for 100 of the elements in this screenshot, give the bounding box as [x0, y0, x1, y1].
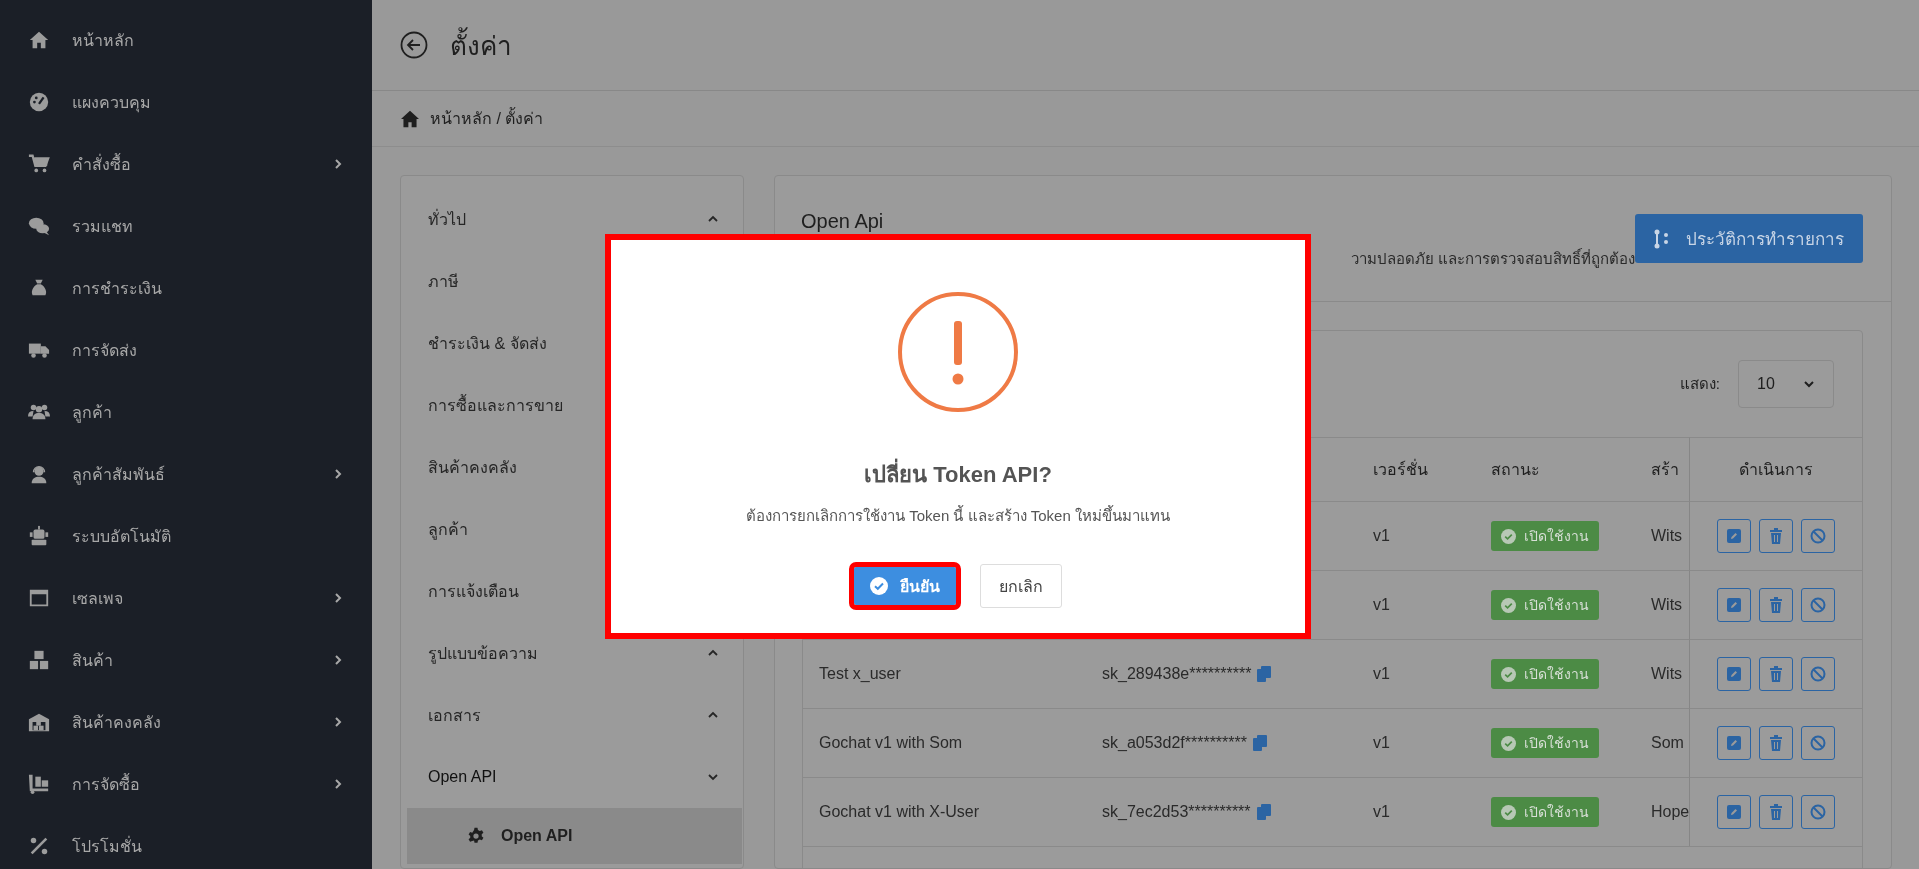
- trash-icon: [1768, 528, 1784, 544]
- table-cell: Gochat v1 with Som: [803, 708, 1086, 777]
- page-size-select[interactable]: 10: [1738, 360, 1834, 408]
- menu-icon: [28, 153, 50, 175]
- table-cell: Wits: [1635, 639, 1689, 708]
- status-badge: เปิดใช้งาน: [1491, 797, 1599, 827]
- edit-button[interactable]: [1717, 588, 1751, 622]
- sidebar-item[interactable]: แผงควบคุม: [0, 71, 372, 133]
- check-icon: [1501, 528, 1516, 544]
- disable-button[interactable]: [1801, 657, 1835, 691]
- settings-submenu-item[interactable]: Open API: [407, 808, 742, 864]
- table-cell: Wits: [1635, 501, 1689, 570]
- menu-icon: [28, 525, 50, 547]
- trash-icon: [1768, 735, 1784, 751]
- status-badge: เปิดใช้งาน: [1491, 659, 1599, 689]
- edit-button[interactable]: [1717, 795, 1751, 829]
- menu-icon: [28, 29, 50, 51]
- sidebar-item[interactable]: เซลเพจ: [0, 567, 372, 629]
- delete-button[interactable]: [1759, 519, 1793, 553]
- disable-button[interactable]: [1801, 726, 1835, 760]
- sidebar-item[interactable]: ลูกค้า: [0, 381, 372, 443]
- edit-icon: [1726, 735, 1742, 751]
- menu-icon: [28, 773, 50, 795]
- settings-icon: [467, 827, 485, 845]
- warning-icon: [897, 291, 1019, 413]
- delete-button[interactable]: [1759, 588, 1793, 622]
- sidebar-item[interactable]: ระบบอัตโนมัติ: [0, 505, 372, 567]
- sidebar-item[interactable]: การจัดส่ง: [0, 319, 372, 381]
- page-size-label: แสดง:: [1679, 374, 1720, 394]
- column-header: เวอร์ชั่น: [1357, 437, 1475, 501]
- column-header: สถานะ: [1475, 437, 1635, 501]
- menu-icon: [28, 215, 50, 237]
- table-cell: v1: [1357, 639, 1475, 708]
- delete-button[interactable]: [1759, 726, 1793, 760]
- table-cell: v1: [1357, 777, 1475, 846]
- home-icon: [400, 109, 420, 128]
- sidebar-item[interactable]: การชำระเงิน: [0, 257, 372, 319]
- edit-icon: [1726, 528, 1742, 544]
- column-header: ดำเนินการ: [1689, 437, 1862, 501]
- disable-button[interactable]: [1801, 795, 1835, 829]
- edit-button[interactable]: [1717, 726, 1751, 760]
- menu-icon: [28, 649, 50, 671]
- check-icon: [1501, 804, 1516, 820]
- dialog-title: เปลี่ยน Token API?: [864, 457, 1052, 492]
- trash-icon: [1768, 597, 1784, 613]
- menu-icon: [28, 91, 50, 113]
- copy-icon[interactable]: [1253, 735, 1267, 751]
- delete-button[interactable]: [1759, 795, 1793, 829]
- chevron-down-icon: [1803, 380, 1815, 388]
- dialog-message: ต้องการยกเลิกการใช้งาน Token นี้ และสร้าง Token ใหม่ขึ้นมาแทน: [746, 504, 1170, 526]
- settings-menu-item[interactable]: รูปแบบข้อความ: [401, 622, 743, 684]
- disable-button[interactable]: [1801, 588, 1835, 622]
- trash-icon: [1768, 666, 1784, 682]
- edit-icon: [1726, 804, 1742, 820]
- sidebar-item[interactable]: โปรโมชั่น: [0, 815, 372, 869]
- edit-button[interactable]: [1717, 657, 1751, 691]
- table-cell: sk_289438e**********: [1102, 665, 1252, 683]
- panel-description: วามปลอดภัย และการตรวจสอบสิทธิ์ที่ถูกต้อง: [1350, 247, 1635, 270]
- ban-icon: [1810, 528, 1826, 544]
- edit-button[interactable]: [1717, 519, 1751, 553]
- table-cell: v1: [1357, 501, 1475, 570]
- status-badge: เปิดใช้งาน: [1491, 590, 1599, 620]
- menu-icon: [28, 711, 50, 733]
- cancel-button[interactable]: ยกเลิก: [980, 564, 1062, 608]
- sidebar-item[interactable]: ลูกค้าสัมพันธ์: [0, 443, 372, 505]
- breadcrumb: หน้าหลัก / ตั้งค่า: [430, 106, 544, 131]
- sidebar-item[interactable]: หน้าหลัก: [0, 9, 372, 71]
- history-icon: [1654, 228, 1670, 249]
- menu-icon: [28, 587, 50, 609]
- history-button[interactable]: ประวัติการทำรายการ: [1635, 214, 1863, 263]
- table-cell: sk_7ec2d53**********: [1102, 803, 1251, 821]
- settings-menu-item[interactable]: เอกสาร: [401, 684, 743, 746]
- sidebar-item[interactable]: คำสั่งซื้อ: [0, 133, 372, 195]
- ban-icon: [1810, 804, 1826, 820]
- sidebar-item[interactable]: สินค้า: [0, 629, 372, 691]
- back-icon[interactable]: [400, 31, 428, 59]
- delete-button[interactable]: [1759, 657, 1793, 691]
- edit-icon: [1726, 597, 1742, 613]
- ban-icon: [1810, 597, 1826, 613]
- disable-button[interactable]: [1801, 519, 1835, 553]
- settings-menu-item[interactable]: Open API: [401, 746, 743, 808]
- copy-icon[interactable]: [1257, 666, 1272, 682]
- sidebar-item[interactable]: รวมแชท: [0, 195, 372, 257]
- table-cell: Wits: [1635, 570, 1689, 639]
- status-badge: เปิดใช้งาน: [1491, 521, 1599, 551]
- table-cell: Gochat v1 with X-User: [803, 777, 1086, 846]
- check-icon: [1501, 735, 1516, 751]
- check-icon: [1501, 597, 1516, 613]
- sidebar-item[interactable]: สินค้าคงคลัง: [0, 691, 372, 753]
- edit-icon: [1726, 666, 1742, 682]
- copy-icon[interactable]: [1256, 804, 1271, 820]
- settings-menu-item[interactable]: ทั่วไป: [401, 188, 743, 250]
- table-cell: sk_a053d2f**********: [1102, 734, 1247, 752]
- check-icon: [870, 577, 888, 595]
- sidebar-item[interactable]: การจัดซื้อ: [0, 753, 372, 815]
- table-cell: Som: [1635, 708, 1689, 777]
- status-badge: เปิดใช้งาน: [1491, 728, 1599, 758]
- column-header: สร้า: [1635, 437, 1689, 501]
- menu-icon: [28, 835, 50, 857]
- ban-icon: [1810, 666, 1826, 682]
